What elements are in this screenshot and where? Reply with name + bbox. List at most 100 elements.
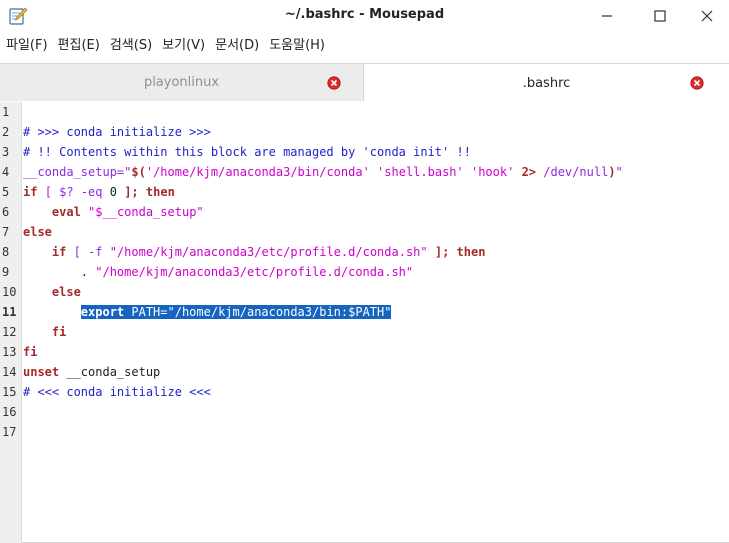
code-line[interactable]: if [ -f "/home/kjm/anaconda3/etc/profile…	[23, 242, 486, 262]
code-token: then	[456, 245, 486, 259]
code-token: if	[51, 245, 67, 259]
menu-help[interactable]: 도움말(H)	[269, 34, 325, 58]
code-token: unset	[23, 365, 60, 379]
code-line[interactable]: fi	[23, 342, 37, 362]
code-token: # !! Contents within this block are mana…	[23, 145, 471, 159]
code-token: then	[145, 185, 175, 199]
code-token: 2>	[521, 165, 537, 179]
code-token: "/home/kjm/anaconda3/etc/profile.d/conda…	[95, 265, 414, 279]
minimize-button[interactable]	[592, 4, 622, 28]
close-icon	[701, 10, 713, 22]
tab-close-icon[interactable]	[327, 76, 341, 90]
code-token: 'shell.bash'	[377, 165, 464, 179]
code-token: 'hook'	[470, 165, 515, 179]
line-number: 3	[2, 145, 10, 159]
code-token: [	[44, 185, 52, 199]
text-editor[interactable]: 1 2 3 4 5 6 7 8 9 10 11 12 13 14 15 16 17 # >>> conda in…	[0, 102, 729, 543]
line-number: 9	[2, 265, 10, 279]
line-number: 1	[2, 105, 10, 119]
code-token: ];	[124, 185, 139, 199]
line-number: 10	[2, 285, 17, 299]
line-number: 5	[2, 185, 10, 199]
line-number: 8	[2, 245, 10, 259]
code-token: else	[51, 285, 81, 299]
code-token: -eq	[73, 185, 110, 199]
tab-playonlinux[interactable]: playonlinux	[0, 64, 364, 101]
menu-edit[interactable]: 편집(E)	[58, 34, 100, 58]
code-token: ];	[434, 245, 450, 259]
menu-document[interactable]: 문서(D)	[215, 34, 259, 58]
code-token: $?	[59, 185, 74, 199]
code-line[interactable]: __conda_setup= " $('/home/kjm/anaconda3/bi…	[23, 162, 623, 182]
line-number: 4	[2, 165, 10, 179]
code-token: # >>> conda initialize >>>	[23, 125, 211, 139]
line-number: 12	[2, 325, 17, 339]
code-line[interactable]: else	[23, 282, 81, 302]
maximize-icon	[654, 10, 666, 22]
tab-label: playonlinux	[143, 75, 220, 90]
menu-bar: 파일(F) 편집(E) 검색(S) 보기(V) 문서(D) 도움말(H)	[0, 34, 335, 58]
tab-label: .bashrc	[522, 75, 571, 91]
line-number: 14	[2, 365, 17, 379]
code-line[interactable]: fi	[23, 322, 66, 342]
line-number: 15	[2, 385, 17, 399]
tab-close-icon[interactable]	[690, 76, 704, 90]
code-token: )	[608, 165, 616, 179]
code-token: fi	[23, 345, 38, 359]
code-line[interactable]: # !! Contents within this block are mana…	[23, 142, 471, 162]
code-token: $(	[131, 165, 146, 179]
line-number: 13	[2, 345, 17, 359]
line-number: 11	[2, 305, 17, 319]
code-token: "/home/kjm/anaconda3/etc/profile.d/conda…	[109, 245, 428, 259]
tab-bashrc[interactable]: .bashrc	[364, 64, 729, 102]
line-number: 6	[2, 205, 10, 219]
code-token: .	[23, 265, 96, 279]
menu-file[interactable]: 파일(F)	[6, 34, 48, 58]
line-number: 16	[2, 405, 17, 419]
code-line[interactable]: export PATH="/home/kjm/anaconda3/bin:$PA…	[23, 302, 392, 322]
code-line[interactable]: # <<< conda initialize <<<	[23, 382, 211, 402]
code-token: -f	[80, 245, 110, 259]
line-number: 7	[2, 225, 10, 239]
line-number-gutter: 1 2 3 4 5 6 7 8 9 10 11 12 13 14 15 16 17	[0, 102, 22, 543]
code-token: null	[579, 165, 609, 179]
code-token: "	[615, 165, 623, 179]
code-token: [	[73, 245, 81, 259]
minimize-icon	[602, 15, 612, 17]
line-number: 17	[2, 425, 17, 439]
code-token: else	[23, 225, 52, 239]
code-token: '/home/kjm/anaconda3/bin/conda'	[145, 165, 370, 179]
code-line[interactable]: if [ $? -eq 0 ]; then	[23, 182, 175, 202]
code-line[interactable]: eval "$__conda_setup"	[23, 202, 204, 222]
code-token: dev	[550, 165, 573, 179]
code-token: 0	[109, 185, 117, 199]
code-token: eval	[51, 205, 81, 219]
line-number: 2	[2, 125, 10, 139]
code-line[interactable]: unset __conda_setup	[23, 362, 160, 382]
menu-view[interactable]: 보기(V)	[162, 34, 205, 58]
code-token: if	[23, 185, 38, 199]
code-token: "$__conda_setup"	[88, 205, 204, 219]
close-window-button[interactable]	[692, 4, 722, 28]
code-token: /	[536, 165, 551, 179]
code-line[interactable]: . "/home/kjm/anaconda3/etc/profile.d/con…	[23, 262, 413, 282]
code-token: # <<< conda initialize <<<	[23, 385, 211, 399]
menu-search[interactable]: 검색(S)	[110, 34, 152, 58]
code-token: export	[80, 305, 125, 319]
code-token: __conda_setup	[59, 365, 161, 379]
code-line[interactable]: else	[23, 222, 52, 242]
code-line[interactable]: # >>> conda initialize >>>	[23, 122, 211, 142]
maximize-button[interactable]	[645, 4, 675, 28]
code-token: __conda_setup=	[23, 165, 125, 179]
